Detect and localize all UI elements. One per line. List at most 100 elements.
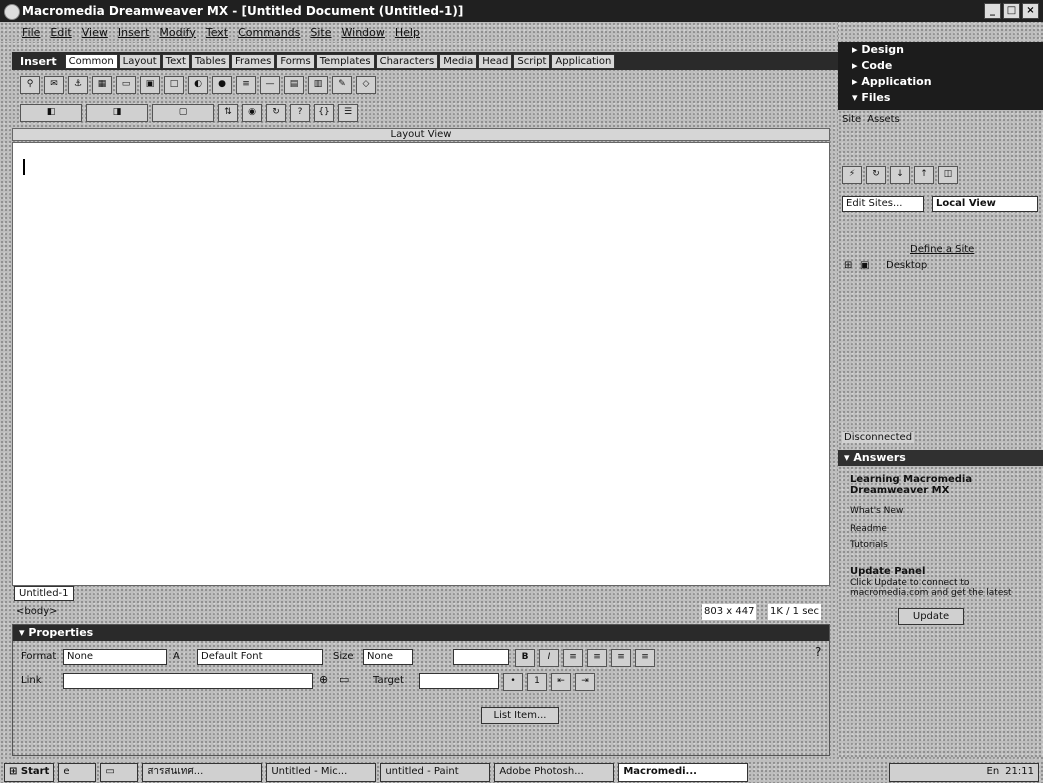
tutorials-link[interactable]: Tutorials [850,540,888,550]
file-management-icon[interactable]: ⇅ [218,104,238,122]
update-button[interactable]: Update [898,608,964,625]
indent-icon[interactable]: ⇥ [575,673,595,691]
reference-icon[interactable]: ? [290,104,310,122]
help-icon[interactable]: ? [815,645,821,659]
italic-button[interactable]: I [539,649,559,667]
quicklaunch-desktop-icon[interactable]: ▭ [100,762,139,782]
tab-frames[interactable]: Frames [230,53,276,69]
insert-label[interactable]: Insert [12,55,65,68]
quicklaunch-ie-icon[interactable]: e [58,762,97,782]
taskbar-item-5[interactable]: Macromedi... [618,762,749,782]
maximize-button[interactable]: □ [1003,3,1020,19]
code-navigation-icon[interactable]: {} [314,104,334,122]
connect-icon[interactable]: ⚡ [842,166,862,184]
taskbar-item-4[interactable]: Adobe Photosh... [494,762,615,782]
code-panel-header[interactable]: ▸ Code [838,58,1043,74]
expand-icon[interactable]: ◫ [938,166,958,184]
bold-button[interactable]: B [515,649,535,667]
split-view-button[interactable]: ◨ [86,104,148,122]
tab-characters[interactable]: Characters [375,53,439,69]
files-panel-header[interactable]: ▾ Files [838,90,1043,106]
tabular-data-icon[interactable]: ▥ [308,76,328,94]
menu-view[interactable]: View [82,26,108,39]
tab-script[interactable]: Script [513,53,551,69]
menu-edit[interactable]: Edit [50,26,71,39]
menu-window[interactable]: Window [342,26,385,39]
tree-root-desktop[interactable]: Desktop [886,260,927,271]
tab-text[interactable]: Text [161,53,190,69]
view-options-icon[interactable]: ☰ [338,104,358,122]
hr-icon[interactable]: — [260,76,280,94]
document-canvas[interactable] [12,142,830,586]
preview-icon[interactable]: ◉ [242,104,262,122]
menu-modify[interactable]: Modify [159,26,195,39]
language-indicator[interactable]: En [987,764,1000,781]
refresh-files-icon[interactable]: ↻ [866,166,886,184]
taskbar-item-3[interactable]: untitled - Paint [380,762,491,782]
readme-link[interactable]: Readme [850,524,887,534]
color-field[interactable] [453,649,509,665]
get-files-icon[interactable]: ↓ [890,166,910,184]
image-icon[interactable]: ▣ [140,76,160,94]
define-site-link[interactable]: Define a Site [910,244,974,255]
font-select[interactable]: Default Font [197,649,323,665]
menu-site[interactable]: Site [310,26,331,39]
named-anchor-icon[interactable]: ⚓ [68,76,88,94]
link-field[interactable] [63,673,313,689]
navbar-icon[interactable]: ≡ [236,76,256,94]
tab-templates[interactable]: Templates [315,53,375,69]
size-select[interactable]: None [363,649,413,665]
tree-expand-icon[interactable]: ⊞ [844,260,852,271]
minimize-button[interactable]: _ [984,3,1001,19]
properties-header[interactable]: ▾ Properties [13,625,829,641]
flash-icon[interactable]: ● [212,76,232,94]
answers-header[interactable]: ▾ Answers [838,450,1043,466]
tag-selector[interactable]: <body> [16,604,58,620]
email-link-icon[interactable]: ✉ [44,76,64,94]
tab-tables[interactable]: Tables [190,53,230,69]
start-button[interactable]: ⊞ Start [4,762,55,782]
justify-icon[interactable]: ≡ [635,649,655,667]
align-center-icon[interactable]: ≡ [587,649,607,667]
image-placeholder-icon[interactable]: □ [164,76,184,94]
taskbar-item-2[interactable]: Untitled - Mic... [266,762,377,782]
list-item-button[interactable]: List Item... [481,707,559,724]
menu-insert[interactable]: Insert [118,26,150,39]
tab-head[interactable]: Head [478,53,513,69]
whats-new-link[interactable]: What's New [850,506,903,516]
target-select[interactable] [419,673,499,689]
menu-commands[interactable]: Commands [238,26,300,39]
tab-media[interactable]: Media [439,53,478,69]
application-panel-header[interactable]: ▸ Application [838,74,1043,90]
align-left-icon[interactable]: ≡ [563,649,583,667]
code-view-button[interactable]: ◧ [20,104,82,122]
close-button[interactable]: × [1022,3,1039,19]
ordered-list-icon[interactable]: 1 [527,673,547,691]
window-size[interactable]: 803 x 447 [702,604,757,620]
design-view-button[interactable]: ▢ [152,104,214,122]
hyperlink-icon[interactable]: ⚲ [20,76,40,94]
format-select[interactable]: None [63,649,167,665]
point-to-file-icon[interactable]: ⊕ [319,673,335,689]
unordered-list-icon[interactable]: • [503,673,523,691]
layer-icon[interactable]: ▭ [116,76,136,94]
outdent-icon[interactable]: ⇤ [551,673,571,691]
taskbar-item-1[interactable]: สารสนเทศ... [142,762,263,782]
refresh-icon[interactable]: ↻ [266,104,286,122]
tab-assets[interactable]: Assets [867,114,900,125]
table-icon[interactable]: ▦ [92,76,112,94]
align-right-icon[interactable]: ≡ [611,649,631,667]
menu-text[interactable]: Text [206,26,228,39]
tab-common[interactable]: Common [64,53,118,69]
browse-folder-icon[interactable]: ▭ [339,673,355,689]
view-select[interactable]: Local View [932,196,1038,212]
tab-layout[interactable]: Layout [118,53,161,69]
comment-icon[interactable]: ✎ [332,76,352,94]
edit-sites-select[interactable]: Edit Sites... [842,196,924,212]
put-files-icon[interactable]: ↑ [914,166,934,184]
menu-file[interactable]: File [22,26,40,39]
tab-forms[interactable]: Forms [276,53,315,69]
menu-help[interactable]: Help [395,26,420,39]
tab-application[interactable]: Application [551,53,616,69]
date-icon[interactable]: ▤ [284,76,304,94]
